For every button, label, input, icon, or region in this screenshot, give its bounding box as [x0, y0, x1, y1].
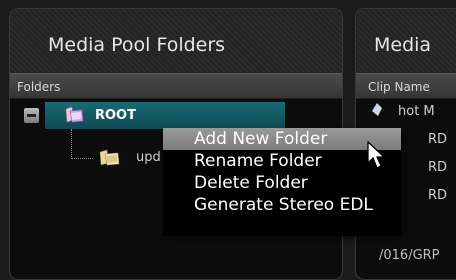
mouse-cursor-icon	[367, 141, 385, 169]
clip-row[interactable]: hot M	[356, 99, 456, 126]
panel-title: Media	[356, 9, 456, 73]
folder-open-icon	[65, 106, 84, 123]
tree-child-label[interactable]: upd	[136, 150, 161, 165]
menu-item-delete-folder[interactable]: Delete Folder	[163, 172, 401, 194]
clip-name: RD	[428, 132, 448, 147]
panel-title: Media Pool Folders	[10, 9, 342, 73]
collapse-toggle-icon[interactable]	[24, 108, 39, 123]
clip-name: hot M	[398, 104, 435, 119]
folders-column-header[interactable]: Folders	[10, 73, 342, 99]
clip-name: RD	[428, 188, 448, 203]
clip-icon	[372, 103, 382, 116]
tree-root-label: ROOT	[95, 108, 136, 123]
folder-icon	[99, 149, 120, 166]
menu-item-generate-stereo-edl[interactable]: Generate Stereo EDL	[163, 194, 401, 216]
clip-name-column-header[interactable]: Clip Name	[356, 73, 456, 99]
clip-path: /016/GRP	[379, 248, 440, 263]
tree-connector-vertical	[71, 129, 72, 159]
clip-name: RD	[428, 160, 448, 175]
tree-connector-horizontal	[71, 158, 93, 159]
